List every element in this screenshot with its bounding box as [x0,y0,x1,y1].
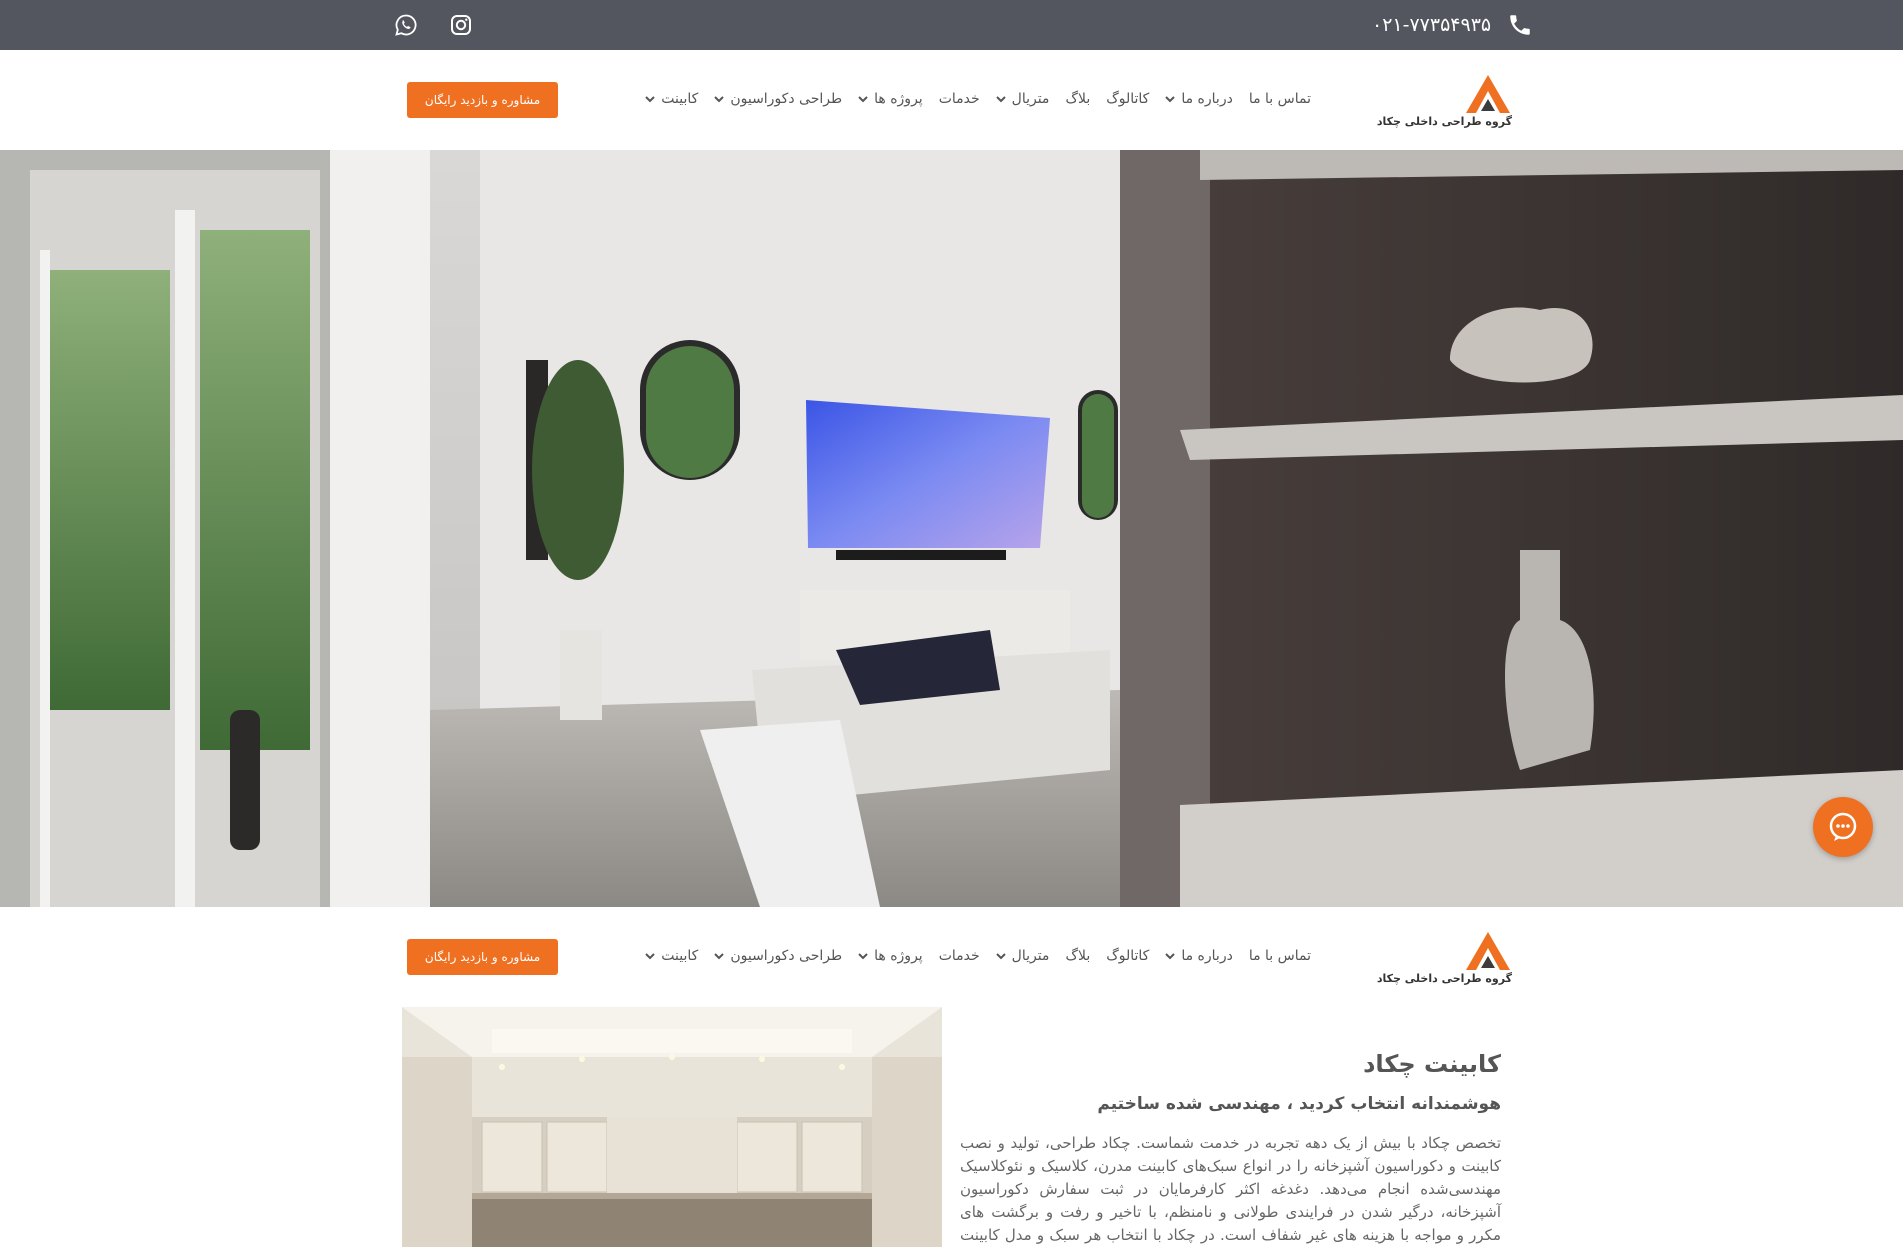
nav-label: تماس با ما [1248,91,1311,107]
chevron-down-icon [858,952,868,960]
free-consultation-button[interactable]: مشاوره و بازدید رایگان [407,939,558,975]
kitchen-cabinet-illustration [402,1007,942,1247]
nav-label: درباره ما [1181,91,1233,107]
chevron-down-icon [995,952,1006,960]
nav-item-projects[interactable]: پروژه ها [850,948,931,964]
logo-text: گروه طراحی داخلی چکاد [1376,972,1512,985]
nav-item-services[interactable]: خدمات [931,91,988,107]
logo-mark-icon [1466,932,1510,970]
phone-number[interactable]: ۰۲۱-۷۷۳۵۴۹۳۵ [1372,14,1491,36]
nav-item-services[interactable]: خدمات [931,948,988,964]
chevron-down-icon [858,95,868,103]
kitchen-image [402,1007,942,1247]
nav-item-materials[interactable]: متریال [988,91,1058,107]
logo-mark-icon [1466,75,1510,113]
nav-item-contact[interactable]: تماس با ما [1241,91,1319,107]
nav-label: خدمات [938,91,980,107]
nav-item-projects[interactable]: پروژه ها [850,91,931,107]
hero-living-room-illustration [0,150,1903,907]
chat-bubble-icon [1829,812,1857,841]
nav-item-cabinet[interactable]: کابینت [637,91,706,107]
nav-label: متریال [1011,948,1050,964]
nav-label: کاتالوگ [1106,91,1150,107]
chevron-down-icon [1165,952,1176,960]
whatsapp-icon[interactable] [393,12,419,38]
nav-item-about[interactable]: درباره ما [1157,91,1240,107]
nav-label: کابینت [661,948,699,964]
main-nav: کابینت طراحی دکوراسیون پروژه ها خدمات مت… [637,84,1319,114]
logo-text: گروه طراحی داخلی چکاد [1376,115,1512,128]
chevron-down-icon [995,95,1006,103]
nav-item-about[interactable]: درباره ما [1157,948,1240,964]
nav-label: بلاگ [1065,91,1091,107]
nav-label: متریال [1011,91,1050,107]
nav-label: خدمات [938,948,980,964]
site-logo[interactable]: گروه طراحی داخلی چکاد [1354,73,1512,133]
nav-label: پروژه ها [874,91,923,107]
chevron-down-icon [714,952,725,960]
nav-label: طراحی دکوراسیون [730,948,843,964]
nav-item-contact[interactable]: تماس با ما [1241,948,1319,964]
nav-item-blog[interactable]: بلاگ [1057,948,1098,964]
top-bar: ۰۲۱-۷۷۳۵۴۹۳۵ [0,0,1903,50]
nav-item-catalog[interactable]: کاتالوگ [1098,948,1157,964]
nav-label: بلاگ [1065,948,1091,964]
instagram-icon[interactable] [448,12,474,38]
nav-item-catalog[interactable]: کاتالوگ [1098,91,1157,107]
section-subtitle: هوشمندانه انتخاب کردید ، مهندسی شده ساخت… [1097,1094,1501,1114]
section-title: کابینت چکاد [1363,1050,1501,1078]
nav-label: درباره ما [1181,948,1233,964]
sticky-header: گروه طراحی داخلی چکاد کابینت طراحی دکورا… [0,907,1903,1007]
nav-label: کابینت [661,91,699,107]
nav-label: کاتالوگ [1106,948,1150,964]
phone-contact[interactable]: ۰۲۱-۷۷۳۵۴۹۳۵ [1372,10,1535,40]
nav-item-decoration[interactable]: طراحی دکوراسیون [706,948,850,964]
main-header: گروه طراحی داخلی چکاد کابینت طراحی دکورا… [0,50,1903,150]
nav-item-decoration[interactable]: طراحی دکوراسیون [706,91,850,107]
phone-icon[interactable] [1505,10,1535,40]
chevron-down-icon [645,95,656,103]
nav-label: پروژه ها [874,948,923,964]
chat-button[interactable] [1813,797,1873,857]
nav-label: تماس با ما [1248,948,1311,964]
hero-image [0,150,1903,907]
chevron-down-icon [645,952,656,960]
nav-label: طراحی دکوراسیون [730,91,843,107]
sticky-nav: کابینت طراحی دکوراسیون پروژه ها خدمات مت… [637,941,1319,971]
section-body: تخصص چکاد با بیش از یک دهه تجربه در خدمت… [960,1134,1501,1244]
chevron-down-icon [1165,95,1176,103]
nav-item-materials[interactable]: متریال [988,948,1058,964]
nav-item-cabinet[interactable]: کابینت [637,948,706,964]
nav-item-blog[interactable]: بلاگ [1057,91,1098,107]
cabinet-intro: کابینت چکاد هوشمندانه انتخاب کردید ، مهن… [960,1050,1501,1247]
free-consultation-button[interactable]: مشاوره و بازدید رایگان [407,82,558,118]
site-logo[interactable]: گروه طراحی داخلی چکاد [1354,930,1512,990]
chevron-down-icon [714,95,725,103]
